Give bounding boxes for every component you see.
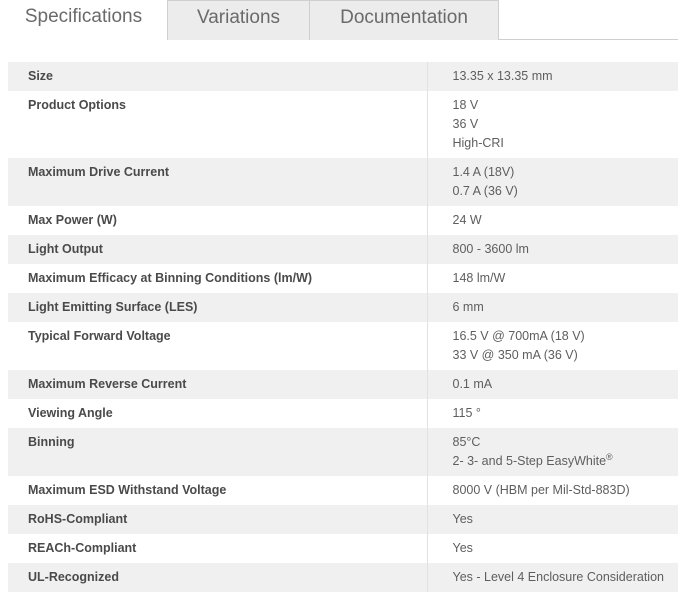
- spec-value: 85°C 2- 3- and 5-Step EasyWhite®: [427, 428, 678, 476]
- spec-value-line: 16.5 V @ 700mA (18 V): [453, 327, 678, 346]
- spec-value-line: High-CRI: [453, 134, 678, 153]
- spec-value: Yes: [427, 505, 678, 534]
- spec-value-text: 24 W: [452, 213, 482, 227]
- spec-label: Viewing Angle: [8, 399, 428, 428]
- spec-value-text: 16.5 V @ 700mA (18 V): [452, 329, 585, 343]
- spec-value-line: 8000 V (HBM per Mil-Std-883D): [453, 481, 678, 500]
- spec-value-text: 13.35 x 13.35 mm: [452, 69, 553, 83]
- table-row: Maximum Drive Current 1.4 A (18V) 0.7 A (3…: [8, 158, 678, 206]
- spec-label: Maximum Drive Current: [8, 158, 428, 206]
- spec-label: Light Output: [8, 235, 428, 264]
- spec-value-line: Yes - Level 4 Enclosure Consideration: [453, 568, 678, 587]
- spec-value-line: 800 - 3600 lm: [453, 240, 678, 259]
- spec-label: UL-Recognized: [8, 563, 428, 592]
- spec-value-text: 18 V: [452, 98, 479, 112]
- tab-specifications[interactable]: Specifications: [0, 0, 167, 41]
- spec-value: 6 mm: [427, 293, 678, 322]
- spec-label: REACh-Compliant: [8, 534, 428, 563]
- table-row: Maximum Reverse Current 0.1 mA: [8, 370, 678, 399]
- spec-value-text: 6 mm: [452, 300, 484, 314]
- spec-value-line: 33 V @ 350 mA (36 V): [453, 346, 678, 365]
- spec-value-text: Yes: [452, 512, 473, 526]
- spec-label: RoHS-Compliant: [8, 505, 428, 534]
- spec-value: 115 °: [427, 399, 678, 428]
- table-row: Light Output 800 - 3600 lm: [8, 235, 678, 264]
- spec-value-text: 148 lm/W: [452, 271, 506, 285]
- spec-value-text: 0.1 mA: [452, 377, 493, 391]
- table-row: Binning 85°C 2- 3- and 5-Step EasyWhite®: [8, 428, 678, 476]
- spec-value-text: 36 V: [452, 117, 479, 131]
- spec-label: Maximum Efficacy at Binning Conditions (…: [8, 264, 428, 293]
- registered-mark: ®: [606, 451, 613, 462]
- spec-value-line: Yes: [453, 539, 678, 558]
- spec-value-line: 18 V: [453, 96, 678, 115]
- spec-value-line: 36 V: [453, 115, 678, 134]
- spec-value-line: 13.35 x 13.35 mm: [453, 67, 678, 86]
- tab-bar: Specifications Variations Documentation: [0, 0, 678, 41]
- spec-value: Yes: [427, 534, 678, 563]
- spec-label: Maximum Reverse Current: [8, 370, 428, 399]
- spec-value-text: 800 - 3600 lm: [452, 242, 529, 256]
- spec-value: 0.1 mA: [427, 370, 678, 399]
- spec-value-line: 1.4 A (18V): [453, 163, 678, 182]
- spec-value-text: 33 V @ 350 mA (36 V): [452, 348, 578, 362]
- spec-value-line: Yes: [453, 510, 678, 529]
- table-row: Size 13.35 x 13.35 mm: [8, 62, 678, 91]
- spec-value-line: 0.7 A (36 V): [453, 182, 678, 201]
- tab-variations[interactable]: Variations: [167, 0, 310, 40]
- spec-value: 8000 V (HBM per Mil-Std-883D): [427, 476, 678, 505]
- spec-label: Product Options: [8, 91, 428, 158]
- spec-label: Typical Forward Voltage: [8, 322, 428, 370]
- spec-value: Yes - Level 4 Enclosure Consideration: [427, 563, 678, 592]
- spec-value-text: High-CRI: [452, 136, 504, 150]
- table-row: UL-Recognized Yes - Level 4 Enclosure Con…: [8, 563, 678, 592]
- table-row: Viewing Angle 115 °: [8, 399, 678, 428]
- spec-value-text: 8000 V (HBM per Mil-Std-883D): [452, 483, 630, 497]
- spec-value-text: 115 °: [452, 406, 481, 420]
- spec-value-text: 2- 3- and 5-Step EasyWhite: [452, 454, 607, 468]
- spec-value-text: 85°C: [452, 435, 481, 449]
- spec-label: Binning: [8, 428, 428, 476]
- table-row: Max Power (W) 24 W: [8, 206, 678, 235]
- specifications-table: Size 13.35 x 13.35 mm Product Options 18 V 3…: [8, 62, 678, 592]
- spec-label: Maximum ESD Withstand Voltage: [8, 476, 428, 505]
- spec-value: 1.4 A (18V) 0.7 A (36 V): [427, 158, 678, 206]
- spec-value-line: 6 mm: [453, 298, 678, 317]
- spec-value-line: 24 W: [453, 211, 678, 230]
- spec-value-text: 0.7 A (36 V): [452, 184, 518, 198]
- table-row: RoHS-Compliant Yes: [8, 505, 678, 534]
- table-row: Maximum Efficacy at Binning Conditions (…: [8, 264, 678, 293]
- spec-value: 800 - 3600 lm: [427, 235, 678, 264]
- spec-label: Size: [8, 62, 428, 91]
- spec-value-text: 1.4 A (18V): [452, 165, 515, 179]
- spec-value: 13.35 x 13.35 mm: [427, 62, 678, 91]
- spec-value-text: Yes - Level 4 Enclosure Consideration: [452, 570, 664, 584]
- spec-value: 16.5 V @ 700mA (18 V) 33 V @ 350 mA (36 V…: [427, 322, 678, 370]
- spec-value: 148 lm/W: [427, 264, 678, 293]
- spec-value-line: 148 lm/W: [453, 269, 678, 288]
- table-row: REACh-Compliant Yes: [8, 534, 678, 563]
- table-row: Light Emitting Surface (LES) 6 mm: [8, 293, 678, 322]
- tab-documentation[interactable]: Documentation: [309, 0, 499, 40]
- spec-label: Max Power (W): [8, 206, 428, 235]
- spec-value-text: Yes: [452, 541, 473, 555]
- table-row: Product Options 18 V 36 V High-CRI: [8, 91, 678, 158]
- spec-value-line: 115 °: [453, 404, 678, 423]
- spec-value-line: 2- 3- and 5-Step EasyWhite®: [453, 452, 678, 471]
- table-row: Typical Forward Voltage 16.5 V @ 700mA (1…: [8, 322, 678, 370]
- spec-value-line: 0.1 mA: [453, 375, 678, 394]
- spec-value: 18 V 36 V High-CRI: [427, 91, 678, 158]
- spec-value: 24 W: [427, 206, 678, 235]
- spec-value-line: 85°C: [453, 433, 678, 452]
- spec-label: Light Emitting Surface (LES): [8, 293, 428, 322]
- table-row: Maximum ESD Withstand Voltage 8000 V (HBM…: [8, 476, 678, 505]
